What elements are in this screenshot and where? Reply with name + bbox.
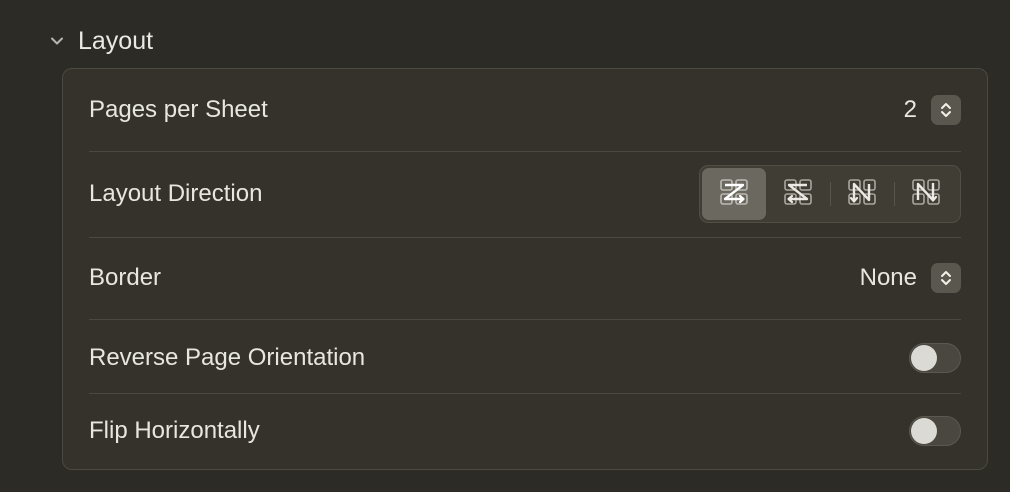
layout-settings-panel: Pages per Sheet 2 Layout Direction Borde…	[62, 68, 988, 470]
pages-per-sheet-popup[interactable]: 2	[904, 95, 961, 125]
toggle-knob	[911, 418, 937, 444]
layout-n-reverse-top-bottom-icon	[845, 175, 879, 214]
reverse-page-orientation-toggle[interactable]	[909, 343, 961, 373]
layout-direction-segmented-control[interactable]	[699, 165, 961, 223]
layout-section-disclosure[interactable]: Layout	[46, 24, 153, 58]
reverse-page-orientation-row: Reverse Page Orientation	[89, 339, 961, 377]
border-label: Border	[89, 264, 162, 291]
toggle-knob	[911, 345, 937, 371]
pages-per-sheet-row: Pages per Sheet 2	[89, 91, 961, 129]
chevron-down-icon	[46, 30, 68, 52]
layout-reverse-z-right-left-icon	[781, 175, 815, 214]
print-layout-settings: Layout Pages per Sheet 2 Layout Directio…	[0, 0, 1010, 492]
section-title: Layout	[78, 26, 154, 55]
layout-direction-row: Layout Direction	[89, 165, 961, 223]
divider	[89, 237, 961, 238]
layout-direction-option-1[interactable]	[702, 168, 766, 220]
pages-per-sheet-value: 2	[903, 96, 917, 123]
pages-per-sheet-label: Pages per Sheet	[89, 96, 268, 123]
divider	[89, 319, 961, 320]
flip-horizontally-toggle[interactable]	[909, 416, 961, 446]
border-popup[interactable]: None	[860, 263, 961, 293]
divider	[89, 151, 961, 152]
flip-horizontally-label: Flip Horizontally	[89, 417, 260, 444]
layout-direction-option-2[interactable]	[766, 168, 830, 220]
flip-horizontally-row: Flip Horizontally	[89, 412, 961, 450]
border-value: None	[859, 264, 917, 291]
reverse-page-orientation-label: Reverse Page Orientation	[89, 344, 366, 371]
layout-direction-label: Layout Direction	[89, 180, 263, 207]
up-down-stepper-icon	[931, 95, 961, 125]
layout-direction-option-4[interactable]	[894, 168, 958, 220]
divider	[89, 393, 961, 394]
border-row: Border None	[89, 259, 961, 297]
layout-z-left-right-icon	[717, 175, 751, 214]
up-down-stepper-icon	[931, 263, 961, 293]
layout-n-top-bottom-icon	[909, 175, 943, 214]
layout-direction-option-3[interactable]	[830, 168, 894, 220]
